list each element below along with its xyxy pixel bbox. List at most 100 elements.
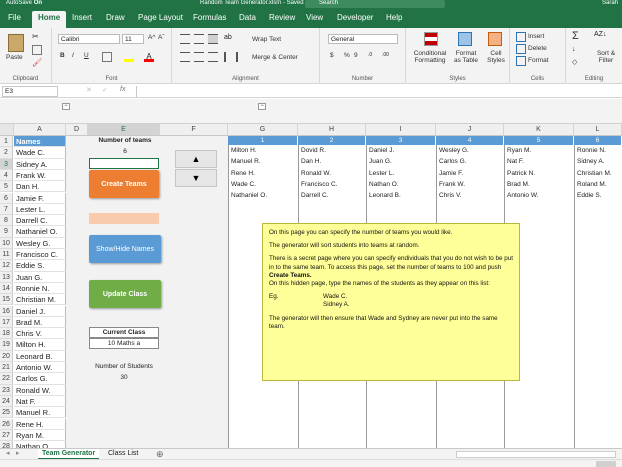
align-left-icon[interactable] (180, 52, 190, 62)
student-name-cell[interactable]: Leonard B. (14, 350, 66, 362)
current-class-value[interactable]: 10 Maths a (89, 338, 159, 349)
update-class-button[interactable]: Update Class (89, 280, 161, 308)
student-name-cell[interactable]: Lester L. (14, 203, 66, 216)
student-name-cell[interactable]: Jamie F. (14, 192, 66, 204)
underline-button[interactable]: U (84, 52, 89, 59)
team-member-cell[interactable]: Dan H. (299, 156, 365, 167)
student-name-cell[interactable]: Francisco C. (14, 249, 66, 261)
format-cells-icon[interactable] (516, 56, 526, 66)
names-header-cell[interactable]: Names (14, 136, 66, 148)
student-name-cell[interactable]: Daniel J. (14, 305, 66, 317)
fill-icon[interactable]: ↓ (572, 46, 582, 56)
row-header[interactable]: 3 (0, 158, 13, 170)
row-header[interactable]: 16 (0, 305, 13, 317)
outline-collapse-left-icon[interactable]: − (62, 103, 70, 110)
team-member-cell[interactable]: Nathaniel O. (229, 190, 297, 201)
team-member-cell[interactable]: Francisco C. (299, 179, 365, 190)
formula-input[interactable] (136, 86, 620, 97)
font-name-select[interactable]: Calibri (58, 34, 120, 44)
student-name-cell[interactable]: Christian M. (14, 294, 66, 306)
column-header-i[interactable]: I (366, 124, 436, 136)
italic-button[interactable]: I (72, 52, 74, 59)
team-member-cell[interactable]: Dovid R. (299, 145, 365, 156)
font-size-select[interactable]: 11 (122, 34, 144, 44)
team-member-cell[interactable]: Rene H. (229, 168, 297, 179)
student-name-cell[interactable]: Milton H. (14, 339, 66, 351)
sort-filter-icon[interactable]: AZ↓ (594, 31, 606, 42)
horizontal-scrollbar[interactable] (456, 451, 616, 458)
fill-color-icon[interactable] (124, 52, 134, 62)
student-name-cell[interactable]: Darrell C. (14, 215, 66, 227)
team-member-cell[interactable]: Brad M. (505, 179, 573, 190)
row-header[interactable]: 21 (0, 362, 13, 374)
cut-icon[interactable]: ✂ (32, 32, 42, 42)
bold-button[interactable]: B (60, 52, 65, 59)
align-bottom-icon[interactable] (208, 34, 218, 44)
student-name-cell[interactable]: Nat F. (14, 395, 66, 408)
row-header[interactable]: 8 (0, 215, 13, 227)
cancel-entry-icon[interactable]: ✕ (86, 86, 92, 94)
row-header[interactable]: 12 (0, 260, 13, 272)
comma-button[interactable]: 9 (354, 52, 358, 59)
delete-cells-icon[interactable] (516, 44, 526, 54)
team-member-cell[interactable]: Carlos G. (437, 156, 503, 167)
conditional-formatting-button[interactable]: Conditional Formatting (410, 50, 450, 64)
team-member-cell[interactable]: Patrick N. (505, 168, 573, 179)
column-header-a[interactable]: A (14, 124, 66, 136)
team-member-cell[interactable]: Darrell C. (299, 190, 365, 201)
team-number-header[interactable]: 2 (298, 136, 366, 145)
format-cells-button[interactable]: Format (528, 57, 549, 64)
tab-insert[interactable]: Insert (72, 13, 92, 22)
shrink-font-button[interactable]: Aˇ (158, 34, 165, 41)
row-header[interactable]: 6 (0, 192, 13, 204)
decrease-decimal-icon[interactable]: .00 (382, 52, 392, 62)
format-painter-icon[interactable]: 🖌 (32, 58, 42, 68)
row-header[interactable]: 22 (0, 373, 13, 385)
row-header[interactable]: 18 (0, 328, 13, 340)
row-header[interactable]: 17 (0, 316, 13, 329)
team-member-cell[interactable]: Milton H. (229, 145, 297, 156)
student-name-cell[interactable]: Wesley G. (14, 237, 66, 249)
team-member-cell[interactable]: Daniel J. (367, 145, 435, 156)
wrap-text-button[interactable]: Wrap Text (252, 36, 281, 43)
column-header-j[interactable]: J (436, 124, 504, 136)
student-name-cell[interactable]: Juan G. (14, 271, 66, 283)
autosum-button[interactable]: Σ (572, 30, 579, 42)
student-name-cell[interactable]: Ryan M. (14, 429, 66, 442)
currency-button[interactable]: $ (330, 52, 334, 59)
team-member-cell[interactable]: Roland M. (575, 179, 621, 190)
create-teams-button[interactable]: Create Teams (89, 170, 159, 198)
student-name-cell[interactable]: Nathaniel O. (14, 226, 66, 238)
row-header[interactable]: 15 (0, 294, 13, 306)
num-teams-value[interactable]: 6 (90, 148, 160, 155)
team-member-cell[interactable]: Ronnie N. (575, 145, 621, 156)
tab-page-layout[interactable]: Page Layout (138, 13, 183, 22)
team-member-cell[interactable]: Eddie S. (575, 190, 621, 201)
copy-icon[interactable] (32, 45, 42, 55)
row-header[interactable]: 14 (0, 282, 13, 295)
grow-font-button[interactable]: A^ (148, 34, 155, 41)
insert-function-icon[interactable]: fx (120, 86, 125, 93)
cell-styles-button[interactable]: Cell Styles (484, 50, 508, 64)
team-member-cell[interactable]: Wesley G. (437, 145, 503, 156)
tab-view[interactable]: View (306, 13, 323, 22)
row-header[interactable]: 20 (0, 350, 13, 362)
paste-icon[interactable] (8, 34, 24, 52)
team-member-cell[interactable]: Ryan M. (505, 145, 573, 156)
user-name[interactable]: Sarah (602, 0, 618, 6)
row-header[interactable]: 23 (0, 384, 13, 396)
student-name-cell[interactable]: Wade C. (14, 147, 66, 159)
student-name-cell[interactable]: Nathan O. (14, 441, 66, 448)
selected-cell-e3[interactable] (89, 158, 159, 169)
student-name-cell[interactable]: Brad M. (14, 316, 66, 329)
cell-styles-icon[interactable] (488, 32, 502, 46)
team-number-header[interactable]: 4 (436, 136, 504, 145)
row-header[interactable]: 27 (0, 429, 13, 442)
team-member-cell[interactable]: Chris V. (437, 190, 503, 201)
confirm-entry-icon[interactable]: ✓ (102, 86, 108, 94)
student-name-cell[interactable]: Antonio W. (14, 362, 66, 374)
team-member-cell[interactable]: Nat F. (505, 156, 573, 167)
student-name-cell[interactable]: Sidney A. (14, 158, 66, 170)
autosave-label[interactable]: AutoSave On (6, 0, 42, 6)
row-header[interactable]: 24 (0, 395, 13, 408)
